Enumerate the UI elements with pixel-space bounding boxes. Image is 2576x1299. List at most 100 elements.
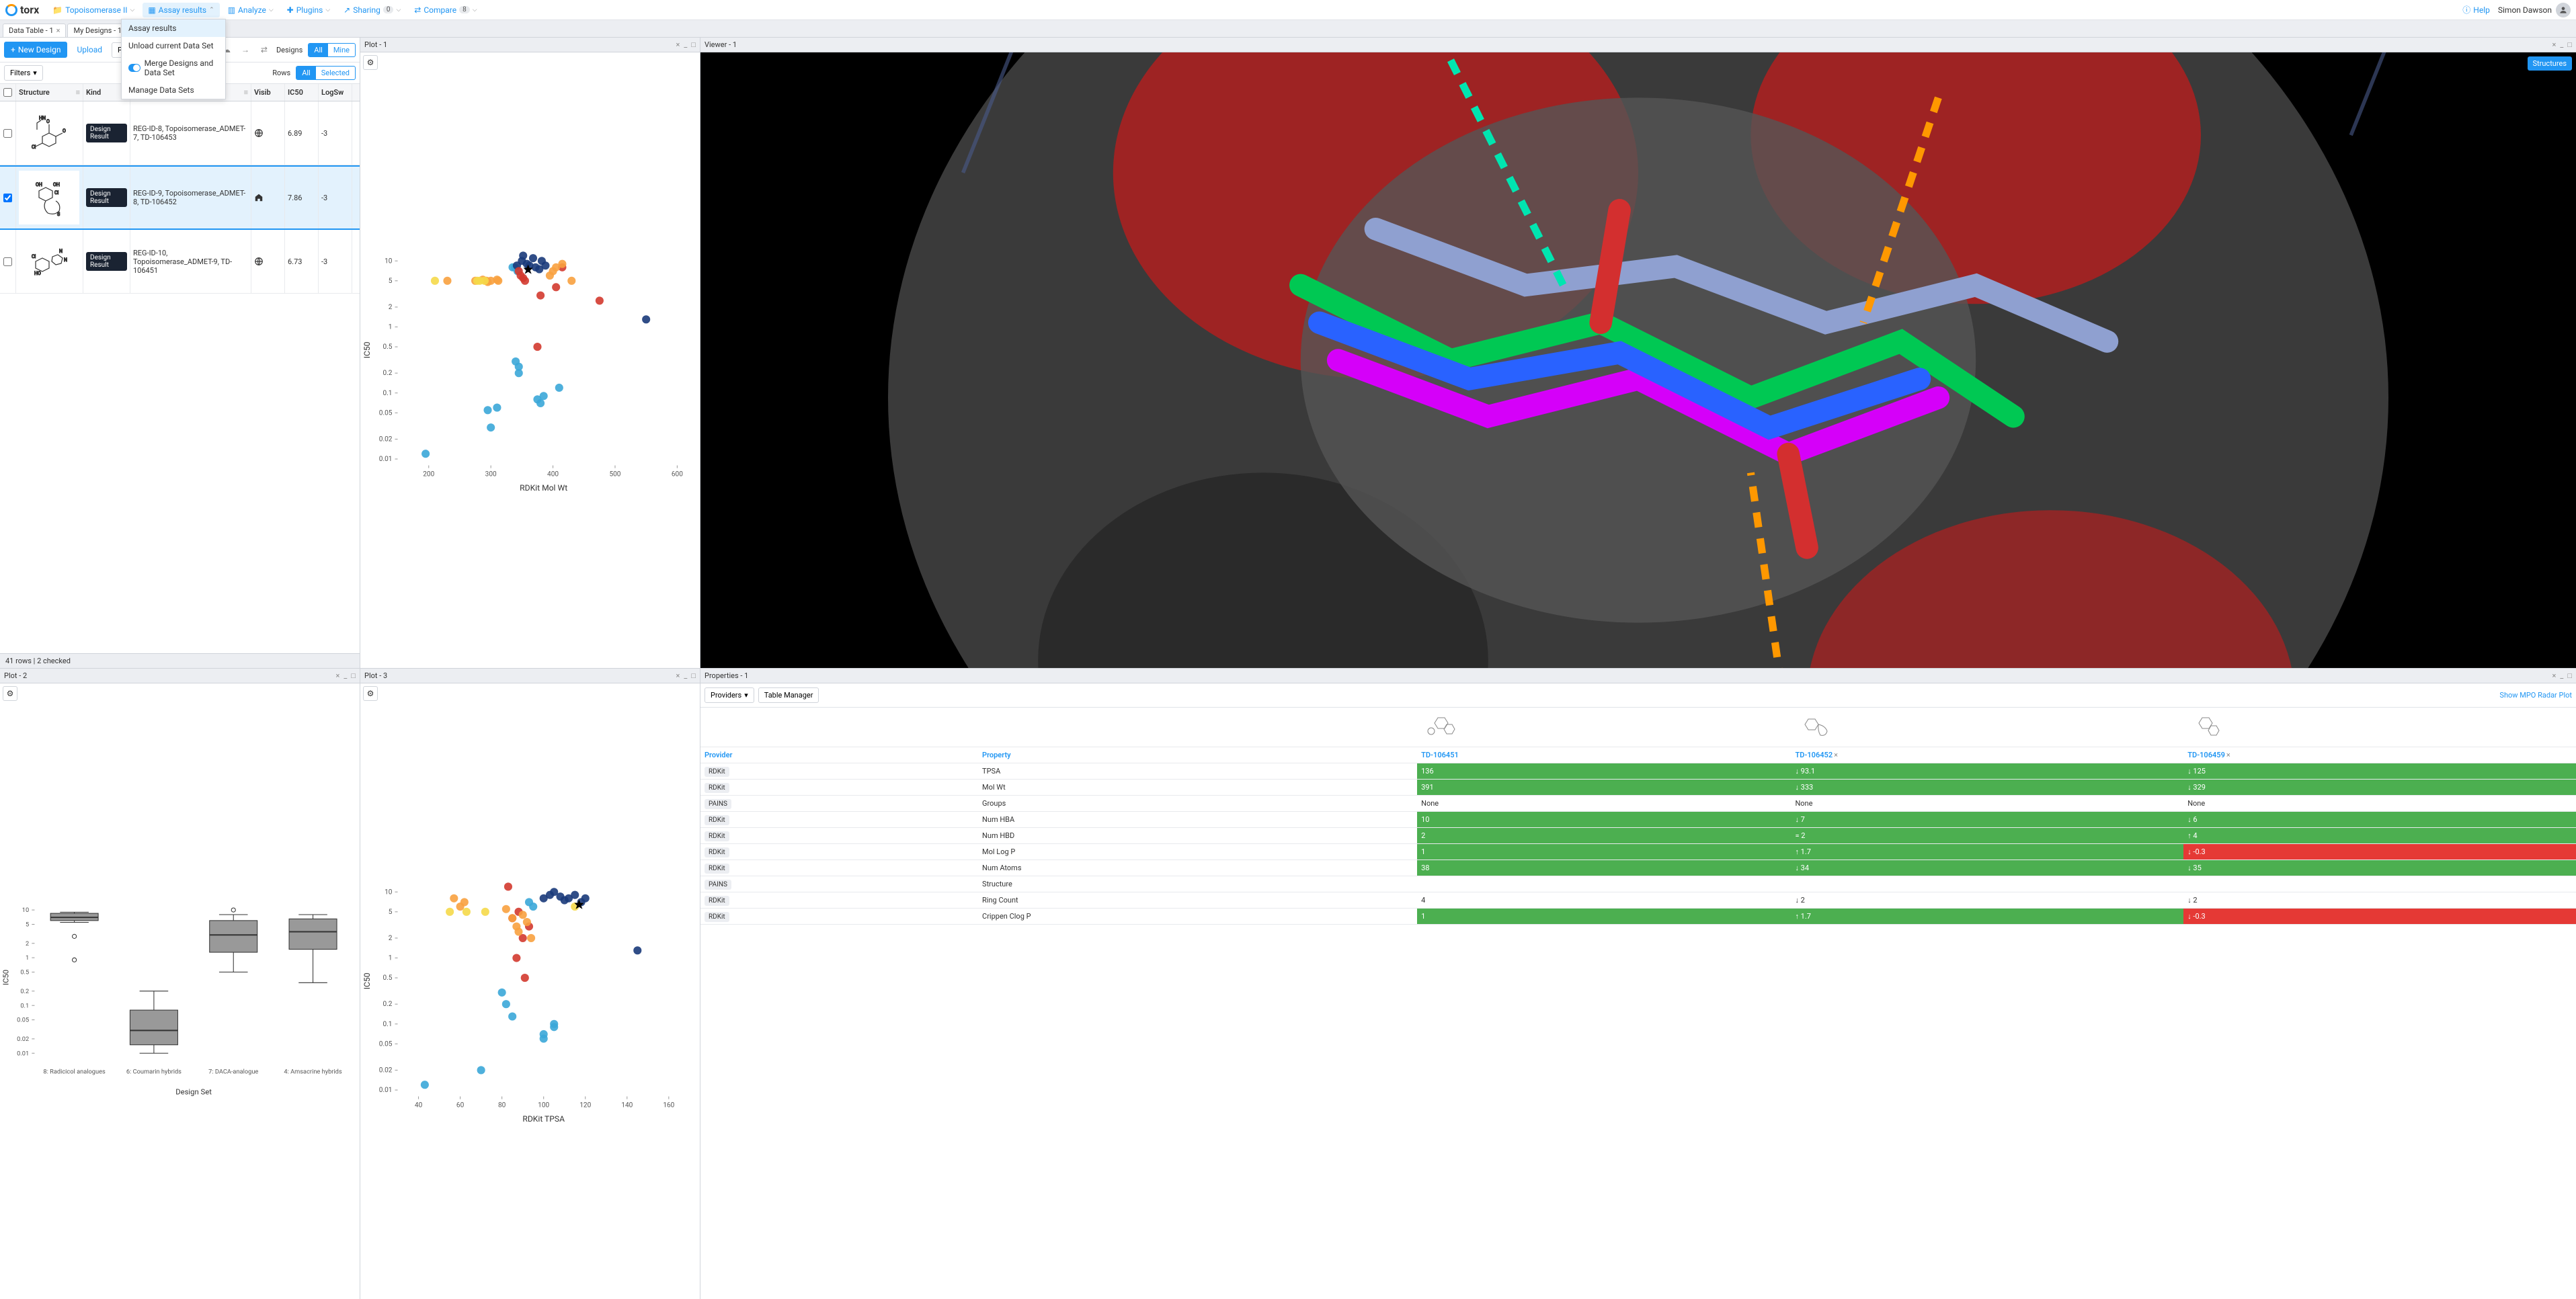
- close-icon[interactable]: ×: [676, 671, 680, 680]
- close-icon[interactable]: ×: [2552, 671, 2557, 680]
- nav-sharing[interactable]: ↗ Sharing 0 ⌵: [338, 3, 406, 17]
- svg-text:0.1: 0.1: [383, 1021, 392, 1028]
- maximize-icon[interactable]: □: [2567, 671, 2572, 680]
- gear-icon: ⚙: [367, 58, 374, 67]
- nav-compare[interactable]: ⇄ Compare 8 ⌵: [409, 3, 482, 17]
- molecule-thumbnail[interactable]: ClHONN: [19, 235, 79, 288]
- visibility-cell[interactable]: [251, 230, 285, 293]
- property-value: ↑ 4: [2183, 828, 2576, 844]
- svg-text:Design Set: Design Set: [175, 1087, 212, 1096]
- property-name: Structure: [978, 876, 1417, 892]
- chevron-down-icon: ⌵: [269, 7, 274, 13]
- table-row[interactable]: ClHONNDesign ResultREG-ID-10, Topoisomer…: [0, 230, 360, 294]
- plot-settings-button[interactable]: ⚙: [363, 686, 378, 701]
- molecule-thumbnail[interactable]: OHOHClS: [19, 171, 79, 224]
- dd-unload[interactable]: Unload current Data Set: [122, 37, 225, 54]
- dd-manage[interactable]: Manage Data Sets: [122, 81, 225, 99]
- maximize-icon[interactable]: □: [691, 671, 696, 680]
- svg-text:80: 80: [498, 1102, 506, 1109]
- designs-all[interactable]: All: [309, 44, 328, 56]
- properties-panel: Properties - 1 × _ □ Providers ▾ Table M…: [700, 669, 2576, 1299]
- plot2-chart[interactable]: 0.010.020.050.10.20.512510IC50Design Set…: [0, 683, 360, 1299]
- table-manager-button[interactable]: Table Manager: [758, 687, 819, 703]
- svg-text:O: O: [63, 128, 66, 134]
- svg-text:160: 160: [663, 1102, 674, 1109]
- rows-selected[interactable]: Selected: [316, 67, 355, 79]
- table-row[interactable]: OOClHNDesign ResultREG-ID-8, Topoisomera…: [0, 101, 360, 165]
- svg-text:OH: OH: [53, 182, 60, 187]
- datatable-grid[interactable]: OOClHNDesign ResultREG-ID-8, Topoisomera…: [0, 101, 360, 653]
- row-checkbox[interactable]: [3, 257, 12, 266]
- ic50-cell: 6.89: [285, 101, 319, 165]
- viewer-3d-canvas[interactable]: Structures: [700, 52, 2576, 668]
- column-menu-icon[interactable]: ≡: [244, 88, 248, 97]
- property-row: RDKitNum HBA10↓ 7↓ 6: [700, 812, 2576, 828]
- provider-badge: PAINS: [705, 799, 731, 809]
- minimize-icon[interactable]: _: [344, 671, 347, 680]
- analyze-icon: ▥: [228, 5, 235, 15]
- svg-text:300: 300: [485, 471, 497, 478]
- nav-plugins[interactable]: ✚ Plugins ⌵: [282, 3, 335, 17]
- svg-text:0.02: 0.02: [379, 435, 393, 443]
- close-icon[interactable]: ×: [336, 671, 340, 680]
- compound-header[interactable]: TD-106451: [1417, 747, 1791, 763]
- arrow-right-icon[interactable]: →: [239, 43, 252, 56]
- table-row[interactable]: OHOHClSDesign ResultREG-ID-9, Topoisomer…: [0, 165, 360, 230]
- tab-datatable[interactable]: Data Table - 1 ×: [3, 24, 66, 37]
- minimize-icon[interactable]: _: [2560, 40, 2563, 49]
- visibility-cell[interactable]: [251, 101, 285, 165]
- svg-text:0.1: 0.1: [383, 390, 392, 397]
- dd-merge[interactable]: Merge Designs and Data Set: [122, 54, 225, 81]
- filters-button[interactable]: Filters ▾: [4, 65, 43, 81]
- dd-assay-results[interactable]: Assay results: [122, 19, 225, 37]
- close-icon[interactable]: ×: [2226, 751, 2230, 759]
- plot1-chart[interactable]: 2003004005006000.010.020.050.10.20.51251…: [360, 52, 700, 668]
- close-icon[interactable]: ×: [676, 40, 680, 49]
- svg-text:RDKit TPSA: RDKit TPSA: [522, 1114, 565, 1124]
- maximize-icon[interactable]: □: [2567, 40, 2572, 49]
- property-name: Num HBA: [978, 812, 1417, 828]
- row-checkbox[interactable]: [3, 194, 12, 202]
- plot-settings-button[interactable]: ⚙: [3, 686, 17, 701]
- minimize-icon[interactable]: _: [2560, 671, 2563, 680]
- close-icon[interactable]: ×: [1834, 751, 1838, 759]
- filter-icon: ▾: [744, 691, 748, 700]
- svg-text:0.5: 0.5: [383, 343, 392, 351]
- help-link[interactable]: ⓘ Help: [2462, 4, 2490, 15]
- maximize-icon[interactable]: □: [351, 671, 356, 680]
- row-checkbox[interactable]: [3, 129, 12, 138]
- column-menu-icon[interactable]: ≡: [76, 88, 80, 97]
- user-menu[interactable]: Simon Dawson: [2498, 3, 2571, 17]
- minimize-icon[interactable]: _: [684, 671, 687, 680]
- toggle-switch[interactable]: [128, 64, 140, 72]
- property-value: ↓ 125: [2183, 763, 2576, 780]
- provider-badge: RDKit: [705, 815, 729, 825]
- plot3-chart[interactable]: 4060801001201401600.010.020.050.10.20.51…: [360, 683, 700, 1299]
- visibility-cell[interactable]: [251, 167, 285, 228]
- maximize-icon[interactable]: □: [691, 40, 696, 49]
- new-design-button[interactable]: + New Design: [4, 42, 67, 58]
- upload-button[interactable]: Upload: [71, 42, 108, 58]
- swap-icon[interactable]: ⇄: [257, 43, 271, 56]
- nav-analyze[interactable]: ▥ Analyze ⌵: [223, 3, 279, 17]
- select-all-checkbox[interactable]: [3, 88, 12, 97]
- rows-all[interactable]: All: [296, 67, 316, 79]
- close-icon[interactable]: ×: [2552, 40, 2557, 49]
- compound-header[interactable]: TD-106459×: [2183, 747, 2576, 763]
- panel-title: Properties - 1: [705, 671, 2548, 680]
- nav-project[interactable]: 📁 Topoisomerase II ⌵: [47, 3, 140, 17]
- nav-assay-results[interactable]: ▦ Assay results ⌃: [143, 3, 219, 17]
- molecule-thumbnail[interactable]: OOClHN: [19, 106, 79, 160]
- radar-plot-link[interactable]: Show MPO Radar Plot: [2499, 691, 2572, 700]
- compound-header[interactable]: TD-106452×: [1791, 747, 2183, 763]
- providers-button[interactable]: Providers ▾: [705, 687, 754, 703]
- plot-settings-button[interactable]: ⚙: [363, 55, 378, 70]
- close-icon[interactable]: ×: [56, 26, 61, 35]
- svg-text:Cl: Cl: [32, 254, 36, 259]
- minimize-icon[interactable]: _: [684, 40, 687, 49]
- table-icon: ▦: [148, 5, 155, 15]
- structures-button[interactable]: Structures: [2528, 56, 2572, 71]
- designs-mine[interactable]: Mine: [328, 44, 355, 56]
- svg-text:1: 1: [389, 324, 393, 331]
- chevron-down-icon: ⌵: [473, 7, 477, 13]
